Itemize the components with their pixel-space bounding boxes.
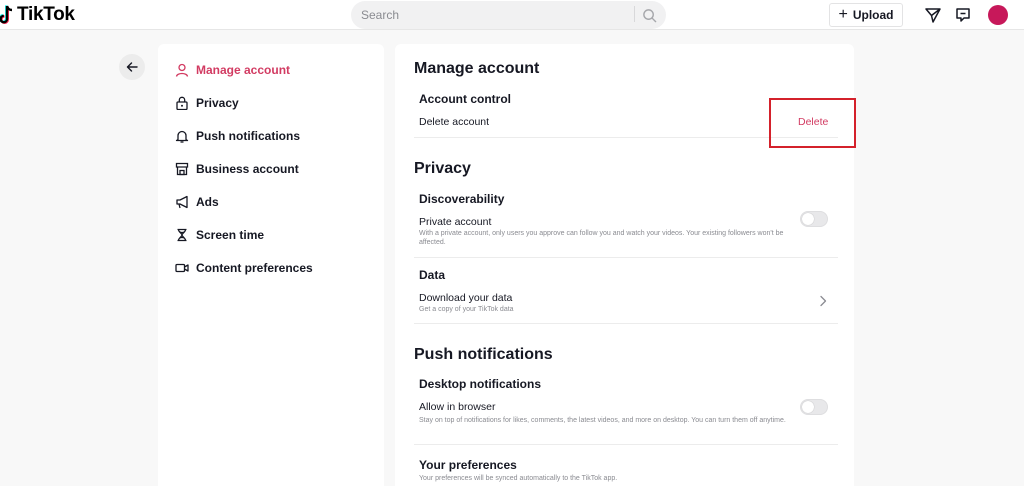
section-title-manage-account: Manage account <box>414 60 540 77</box>
subtitle-account-control: Account control <box>419 92 511 106</box>
logo-text: TikTok <box>17 4 75 25</box>
divider <box>414 257 838 258</box>
arrow-left-icon <box>126 62 138 72</box>
sidebar-item-label: Push notifications <box>196 129 301 143</box>
search-icon <box>642 8 656 22</box>
delete-account-label: Delete account <box>419 116 490 128</box>
tiktok-note-icon <box>0 5 13 24</box>
avatar[interactable] <box>988 5 1008 25</box>
section-title-push-notifications: Push notifications <box>414 346 553 363</box>
sidebar-item-label: Privacy <box>196 96 239 110</box>
sidebar-item-business-account[interactable]: Business account <box>174 158 299 180</box>
top-header: TikTok + Upload <box>0 0 1024 30</box>
divider <box>414 444 838 445</box>
sidebar-item-privacy[interactable]: Privacy <box>174 92 239 114</box>
megaphone-icon <box>174 194 190 210</box>
message-icon <box>956 8 970 22</box>
allow-in-browser-description: Stay on top of notifications for likes, … <box>419 417 786 424</box>
subtitle-your-preferences: Your preferences <box>419 458 517 472</box>
store-icon <box>174 161 190 177</box>
upload-button[interactable]: + Upload <box>829 3 903 27</box>
hourglass-icon <box>174 227 190 243</box>
sidebar-item-screen-time[interactable]: Screen time <box>174 224 264 246</box>
bell-icon <box>174 128 190 144</box>
sidebar-item-label: Business account <box>196 162 299 176</box>
subtitle-desktop-notifications: Desktop notifications <box>419 377 542 391</box>
video-icon <box>174 260 190 276</box>
sidebar-item-content-preferences[interactable]: Content preferences <box>174 257 313 279</box>
sidebar-item-ads[interactable]: Ads <box>174 191 219 213</box>
search-button[interactable] <box>636 2 662 28</box>
download-data-description: Get a copy of your TikTok data <box>419 306 514 313</box>
sidebar-item-label: Ads <box>196 195 219 209</box>
allow-in-browser-label: Allow in browser <box>419 401 496 413</box>
private-account-toggle[interactable] <box>800 211 828 227</box>
divider <box>414 323 838 324</box>
subtitle-data: Data <box>419 268 446 282</box>
lock-icon <box>174 95 190 111</box>
sidebar-item-label: Manage account <box>196 63 291 77</box>
private-account-description: With a private account, only users you a… <box>419 230 784 246</box>
chevron-right-icon[interactable] <box>818 295 828 307</box>
upload-label: Upload <box>852 8 894 22</box>
messages-button[interactable] <box>953 5 973 25</box>
person-icon <box>174 62 190 78</box>
sidebar-item-manage-account[interactable]: Manage account <box>174 59 290 81</box>
your-preferences-description: Your preferences will be synced automati… <box>419 475 618 482</box>
private-account-label: Private account <box>419 216 492 228</box>
search-input[interactable] <box>351 1 633 29</box>
sidebar-item-push-notifications[interactable]: Push notifications <box>174 125 300 147</box>
search-bar <box>351 1 666 29</box>
settings-sidebar: Manage account Privacy Push notification… <box>158 44 384 486</box>
allow-in-browser-toggle[interactable] <box>800 399 828 415</box>
sidebar-item-label: Screen time <box>196 228 265 242</box>
subtitle-discoverability: Discoverability <box>419 192 505 206</box>
plus-icon: + <box>838 6 848 23</box>
back-button[interactable] <box>119 54 145 80</box>
highlight-box <box>769 98 856 148</box>
sidebar-item-label: Content preferences <box>196 261 313 275</box>
download-data-label[interactable]: Download your data <box>419 292 512 304</box>
section-title-privacy: Privacy <box>414 160 471 177</box>
tiktok-logo[interactable]: TikTok <box>0 3 75 27</box>
search-separator <box>634 6 635 22</box>
inbox-send-button[interactable] <box>923 5 943 25</box>
paper-plane-icon <box>925 8 941 23</box>
